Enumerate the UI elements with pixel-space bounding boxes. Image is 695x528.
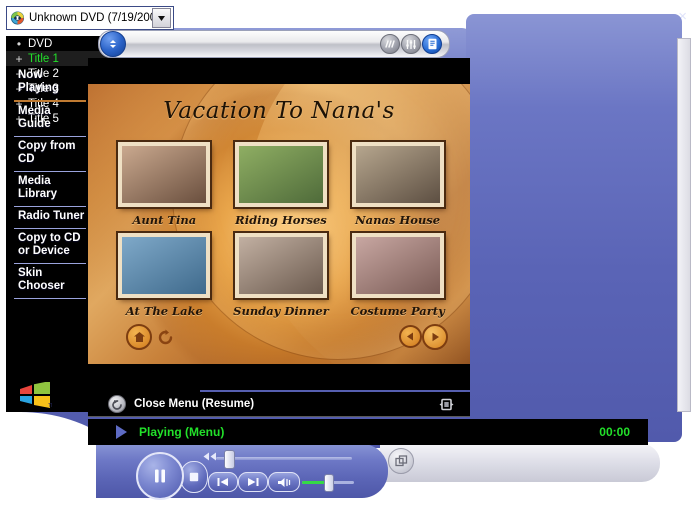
dvd-chapter-label: At The Lake bbox=[125, 304, 203, 318]
dvd-chapter-thumbnail bbox=[116, 231, 213, 300]
sidebar-item-now-playing[interactable]: Now Playing bbox=[14, 66, 86, 102]
dvd-source-combobox[interactable]: Unknown DVD (7/19/2002 1 bbox=[6, 6, 174, 30]
previous-track-button[interactable] bbox=[208, 472, 238, 492]
sidebar-item-label: Copy from CD bbox=[18, 140, 76, 165]
dvd-chapter-label: Aunt Tina bbox=[132, 213, 197, 227]
home-icon[interactable] bbox=[126, 324, 152, 350]
volume-slider[interactable] bbox=[324, 474, 334, 492]
close-menu-bar[interactable]: Close Menu (Resume) bbox=[88, 392, 470, 417]
dvd-chapter-button[interactable]: Costume Party bbox=[346, 231, 450, 318]
rotate-icon[interactable] bbox=[154, 326, 176, 348]
dvd-chapter-button[interactable]: At The Lake bbox=[112, 231, 216, 318]
sidebar-item-label: Now Playing bbox=[18, 69, 59, 94]
chevron-up-down-icon[interactable] bbox=[100, 31, 126, 57]
dvd-chapter-button[interactable]: Aunt Tina bbox=[112, 140, 216, 227]
seek-slider[interactable] bbox=[224, 450, 235, 469]
sidebar-item-label: Media Library bbox=[18, 175, 57, 200]
app-window: Unknown DVD (7/19/2002 1 – × •DVD+Title … bbox=[0, 0, 695, 528]
dvd-title-label: Title 1 bbox=[28, 52, 59, 65]
status-bar: Playing (Menu) 00:00 bbox=[88, 419, 648, 445]
dvd-panel-titlebar bbox=[466, 14, 682, 48]
expand-icon[interactable]: + bbox=[12, 52, 26, 66]
next-track-button[interactable] bbox=[238, 472, 268, 492]
chevron-down-icon[interactable] bbox=[152, 8, 171, 28]
sidebar-item-label: Media Guide bbox=[18, 105, 51, 130]
dvd-chapter-thumbnail bbox=[349, 140, 446, 209]
dvd-chapter-row: At The Lake Sunday Dinner Costume Party bbox=[106, 231, 456, 318]
pause-button[interactable] bbox=[136, 452, 184, 500]
svg-text:TM: TM bbox=[48, 403, 52, 408]
dvd-panel-scrollbar[interactable] bbox=[677, 38, 691, 412]
dvd-chapter-button[interactable]: Sunday Dinner bbox=[229, 231, 333, 318]
dvd-chapter-button[interactable]: Nanas House bbox=[346, 140, 450, 227]
skin-left-edge bbox=[0, 404, 22, 528]
dvd-chapter-label: Costume Party bbox=[350, 304, 445, 318]
sidebar-item-radio-tuner[interactable]: Radio Tuner bbox=[14, 207, 86, 229]
dvd-menu-screen[interactable]: Vacation To Nana's Aunt Tina Riding Horse… bbox=[88, 84, 470, 364]
sidebar-item-media-guide[interactable]: Media Guide bbox=[14, 102, 86, 137]
dvd-disc-icon bbox=[10, 11, 25, 25]
sidebar-nav: Now Playing Media Guide Copy from CD Media … bbox=[14, 66, 86, 406]
dvd-chapter-thumbnail bbox=[232, 231, 329, 300]
mute-button[interactable] bbox=[268, 472, 300, 492]
dvd-chapter-label: Nanas House bbox=[355, 213, 441, 227]
resume-arrow-icon[interactable] bbox=[108, 395, 126, 413]
dvd-source-value: Unknown DVD (7/19/2002 1 bbox=[29, 12, 152, 24]
play-arrow-icon bbox=[116, 425, 127, 439]
video-area: Vacation To Nana's Aunt Tina Riding Horse… bbox=[88, 58, 470, 390]
playlist-icon[interactable] bbox=[422, 34, 442, 54]
close-menu-label: Close Menu (Resume) bbox=[134, 398, 255, 410]
dvd-chapter-label: Riding Horses bbox=[235, 213, 327, 227]
sidebar-item-copy-from-cd[interactable]: Copy from CD bbox=[14, 137, 86, 172]
dvd-chapter-label: Sunday Dinner bbox=[233, 304, 329, 318]
sidebar-item-label: Radio Tuner bbox=[18, 210, 85, 222]
video-bottom-letterbox bbox=[88, 364, 470, 390]
dvd-title-label: DVD bbox=[28, 37, 53, 50]
dvd-chapter-row: Aunt Tina Riding Horses Nanas House bbox=[106, 140, 456, 227]
video-top-letterbox bbox=[88, 58, 470, 84]
next-arrow-icon[interactable] bbox=[422, 324, 448, 350]
dvd-menu-title: Vacation To Nana's bbox=[163, 98, 395, 124]
stop-button[interactable] bbox=[180, 461, 208, 493]
dvd-chapter-thumbnail bbox=[116, 140, 213, 209]
bullet-icon[interactable]: • bbox=[12, 37, 26, 51]
sidebar-item-label: Copy to CD or Device bbox=[18, 232, 81, 257]
volume-slider-fill bbox=[302, 481, 325, 484]
sidebar-item-copy-to-cd-or-device[interactable]: Copy to CD or Device bbox=[14, 229, 86, 264]
sidebar-item-media-library[interactable]: Media Library bbox=[14, 172, 86, 207]
equalizer-icon[interactable] bbox=[401, 34, 421, 54]
windows-logo: TM bbox=[20, 382, 52, 408]
dvd-chapter-grid: Aunt Tina Riding Horses Nanas House At The … bbox=[106, 140, 456, 324]
prev-arrow-icon[interactable] bbox=[399, 325, 422, 348]
dvd-panel bbox=[466, 14, 682, 442]
compact-mode-button[interactable] bbox=[388, 448, 414, 474]
playback-status-label: Playing (Menu) bbox=[139, 425, 225, 439]
timecode-label: 00:00 bbox=[599, 425, 630, 439]
sidebar-item-skin-chooser[interactable]: Skin Chooser bbox=[14, 264, 86, 299]
dvd-chapter-thumbnail bbox=[232, 140, 329, 209]
dvd-chapter-button[interactable]: Riding Horses bbox=[229, 140, 333, 227]
visualization-icon[interactable] bbox=[380, 34, 400, 54]
seek-slider-track[interactable] bbox=[216, 457, 352, 460]
control-bar-right bbox=[380, 444, 660, 482]
fullscreen-icon[interactable] bbox=[438, 396, 454, 412]
dvd-chapter-thumbnail bbox=[349, 231, 446, 300]
sidebar-item-label: Skin Chooser bbox=[18, 267, 65, 292]
rewind-icon bbox=[203, 452, 216, 461]
